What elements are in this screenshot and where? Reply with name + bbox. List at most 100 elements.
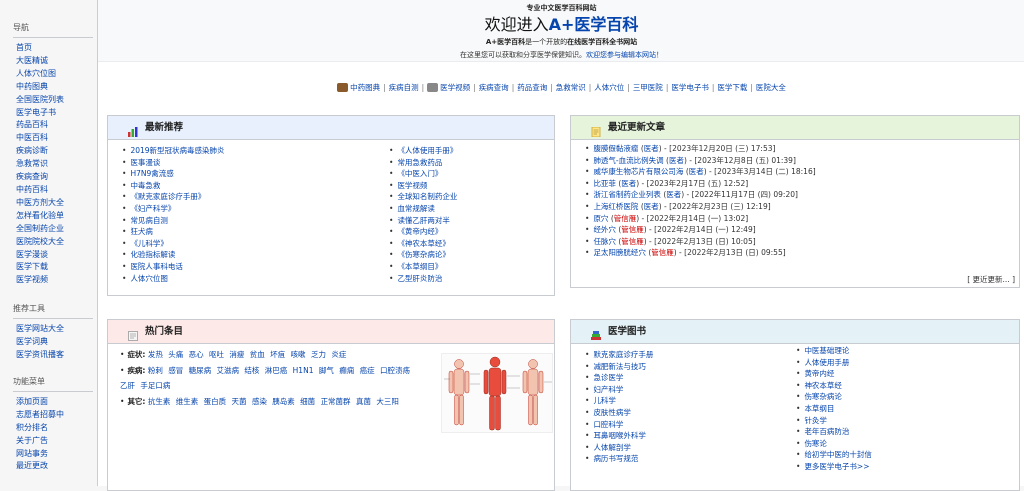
hot-link[interactable]: 感染 xyxy=(252,397,267,406)
sidebar-link[interactable]: 网站事务 xyxy=(16,449,48,458)
recent-author-name[interactable]: 医者 xyxy=(621,179,636,188)
hot-link[interactable]: 脚气 xyxy=(319,366,334,375)
recent-article-link[interactable]: 腹膜假黏液瘤 xyxy=(593,144,638,153)
recent-article-link[interactable]: 威华康生物芯片有限公司海 xyxy=(593,167,683,176)
list-link[interactable]: 减肥新法与技巧 xyxy=(593,362,646,371)
hot-link[interactable]: 真菌 xyxy=(356,397,371,406)
top-nav-link[interactable]: 人体穴位 xyxy=(594,83,624,92)
hot-link[interactable]: 淋巴癌 xyxy=(265,366,288,375)
list-link[interactable]: 伤寒论 xyxy=(804,439,827,448)
sidebar-link[interactable]: 志愿者招募中 xyxy=(16,410,64,419)
recent-article-link[interactable]: 经外穴 xyxy=(593,225,616,234)
list-link[interactable]: 医事漫谈 xyxy=(130,158,160,167)
list-link[interactable]: 《伤寒杂病论》 xyxy=(397,250,450,259)
recent-article-link[interactable]: 原穴 xyxy=(593,214,608,223)
hot-link[interactable]: 维生素 xyxy=(176,397,199,406)
hot-link[interactable]: 头痛 xyxy=(168,350,183,359)
list-link[interactable]: 伤寒杂病论 xyxy=(804,392,842,401)
recent-article-link[interactable]: 肺透气-血流比例失调 xyxy=(593,156,663,165)
list-link[interactable]: 医学视频 xyxy=(397,181,427,190)
list-link[interactable]: 化验指标解读 xyxy=(130,250,175,259)
top-nav-link[interactable]: 疾病查询 xyxy=(479,83,509,92)
list-link[interactable]: 更多医学电子书>> xyxy=(804,462,869,471)
hot-link[interactable]: 癫痫 xyxy=(339,366,354,375)
hot-link[interactable]: 乏力 xyxy=(311,350,326,359)
hot-link[interactable]: 细菌 xyxy=(300,397,315,406)
recent-author-name[interactable]: 管信雁 xyxy=(621,225,644,234)
top-nav-link[interactable]: 医学电子书 xyxy=(671,83,709,92)
sidebar-link[interactable]: 关于广告 xyxy=(16,436,48,445)
sidebar-link[interactable]: 疾病查询 xyxy=(16,172,48,181)
recent-author-name[interactable]: 医者 xyxy=(644,202,659,211)
list-link[interactable]: 《人体使用手册》 xyxy=(397,146,457,155)
hot-link[interactable]: 贫血 xyxy=(250,350,265,359)
list-link[interactable]: 针灸学 xyxy=(804,416,827,425)
hot-link[interactable]: 炎症 xyxy=(331,350,346,359)
recent-author-name[interactable]: 管信雁 xyxy=(614,214,637,223)
list-link[interactable]: 人体使用手册 xyxy=(804,358,849,367)
sidebar-link[interactable]: 积分排名 xyxy=(16,423,48,432)
hot-link[interactable]: 正常菌群 xyxy=(321,397,351,406)
list-link[interactable]: 《儿科学》 xyxy=(130,239,168,248)
list-link[interactable]: 血常规解读 xyxy=(397,204,435,213)
recent-more-link[interactable]: [ 更近更新... ] xyxy=(967,274,1015,285)
list-link[interactable]: 给初学中医的十封信 xyxy=(804,450,872,459)
list-link[interactable]: 耳鼻咽喉外科学 xyxy=(593,431,646,440)
hot-link[interactable]: 坏疽 xyxy=(270,350,285,359)
sidebar-link[interactable]: 医学资讯播客 xyxy=(16,350,64,359)
hot-link[interactable]: 大三阳 xyxy=(376,397,399,406)
list-link[interactable]: 儿科学 xyxy=(593,396,616,405)
top-nav-link[interactable]: 中药图典 xyxy=(350,83,380,92)
list-link[interactable]: 常用急救药品 xyxy=(397,158,442,167)
hot-link[interactable]: 粉刺 xyxy=(148,366,163,375)
hot-link[interactable]: 癌症 xyxy=(360,366,375,375)
sidebar-link[interactable]: 医学电子书 xyxy=(16,108,56,117)
top-nav-link[interactable]: 医院大全 xyxy=(756,83,786,92)
recent-author-name[interactable]: 医者 xyxy=(644,144,659,153)
list-link[interactable]: 乙型肝炎防治 xyxy=(397,274,442,283)
list-link[interactable]: 狂犬病 xyxy=(130,227,153,236)
recent-article-link[interactable]: 比亚菲 xyxy=(593,179,616,188)
hot-link[interactable]: 蛋白质 xyxy=(204,397,227,406)
hot-link[interactable]: 抗生素 xyxy=(148,397,171,406)
sidebar-link[interactable]: 疾病诊断 xyxy=(16,146,48,155)
sidebar-link[interactable]: 大医精诚 xyxy=(16,56,48,65)
list-link[interactable]: 默克家庭诊疗手册 xyxy=(593,350,653,359)
hot-link[interactable]: 艾滋病 xyxy=(217,366,240,375)
sidebar-link[interactable]: 医学词典 xyxy=(16,337,48,346)
sidebar-link[interactable]: 最近更改 xyxy=(16,461,48,470)
sidebar-link[interactable]: 医院院校大全 xyxy=(16,237,64,246)
sidebar-link[interactable]: 药品百科 xyxy=(16,120,48,129)
recent-author-name[interactable]: 医者 xyxy=(689,167,704,176)
list-link[interactable]: 病历书写规范 xyxy=(593,454,638,463)
banner-hint-link[interactable]: 欢迎您参与编辑本网站！ xyxy=(586,51,663,59)
top-nav-link[interactable]: 疾病自测 xyxy=(389,83,419,92)
hot-link[interactable]: H1N1 xyxy=(293,366,314,375)
hot-link[interactable]: 消瘦 xyxy=(229,350,244,359)
list-link[interactable]: 《本草纲目》 xyxy=(397,262,442,271)
hot-link[interactable]: 发热 xyxy=(148,350,163,359)
sidebar-link[interactable]: 医学视频 xyxy=(16,275,48,284)
list-link[interactable]: 2019新型冠状病毒感染肺炎 xyxy=(130,146,224,155)
list-link[interactable]: 《黄帝内经》 xyxy=(397,227,442,236)
hot-link[interactable]: 手足口病 xyxy=(140,381,170,390)
list-link[interactable]: 神农本草经 xyxy=(804,381,842,390)
recent-article-link[interactable]: 足太阳膀胱经穴 xyxy=(593,248,646,257)
list-link[interactable]: 中毒急救 xyxy=(130,181,160,190)
hot-link[interactable]: 乙肝 xyxy=(120,381,135,390)
top-nav-link[interactable]: 药品查询 xyxy=(517,83,547,92)
top-nav-link[interactable]: 医学视频 xyxy=(440,83,470,92)
recent-article-link[interactable]: 浙江省制药企业列表 xyxy=(593,190,661,199)
hot-link[interactable]: 糖尿病 xyxy=(189,366,212,375)
sidebar-link[interactable]: 中医方剂大全 xyxy=(16,198,64,207)
recent-author-name[interactable]: 医者 xyxy=(669,156,684,165)
list-link[interactable]: 黄帝内经 xyxy=(804,369,834,378)
hot-link[interactable]: 胰岛素 xyxy=(272,397,295,406)
sidebar-link[interactable]: 首页 xyxy=(16,43,32,52)
sidebar-link[interactable]: 全国医院列表 xyxy=(16,95,64,104)
list-link[interactable]: H7N9禽流感 xyxy=(130,169,173,178)
sidebar-link[interactable]: 医学下载 xyxy=(16,262,48,271)
list-link[interactable]: 中医基础理论 xyxy=(804,346,849,355)
list-link[interactable]: 全球知名制药企业 xyxy=(397,192,457,201)
recent-author-name[interactable]: 管信雁 xyxy=(651,248,674,257)
